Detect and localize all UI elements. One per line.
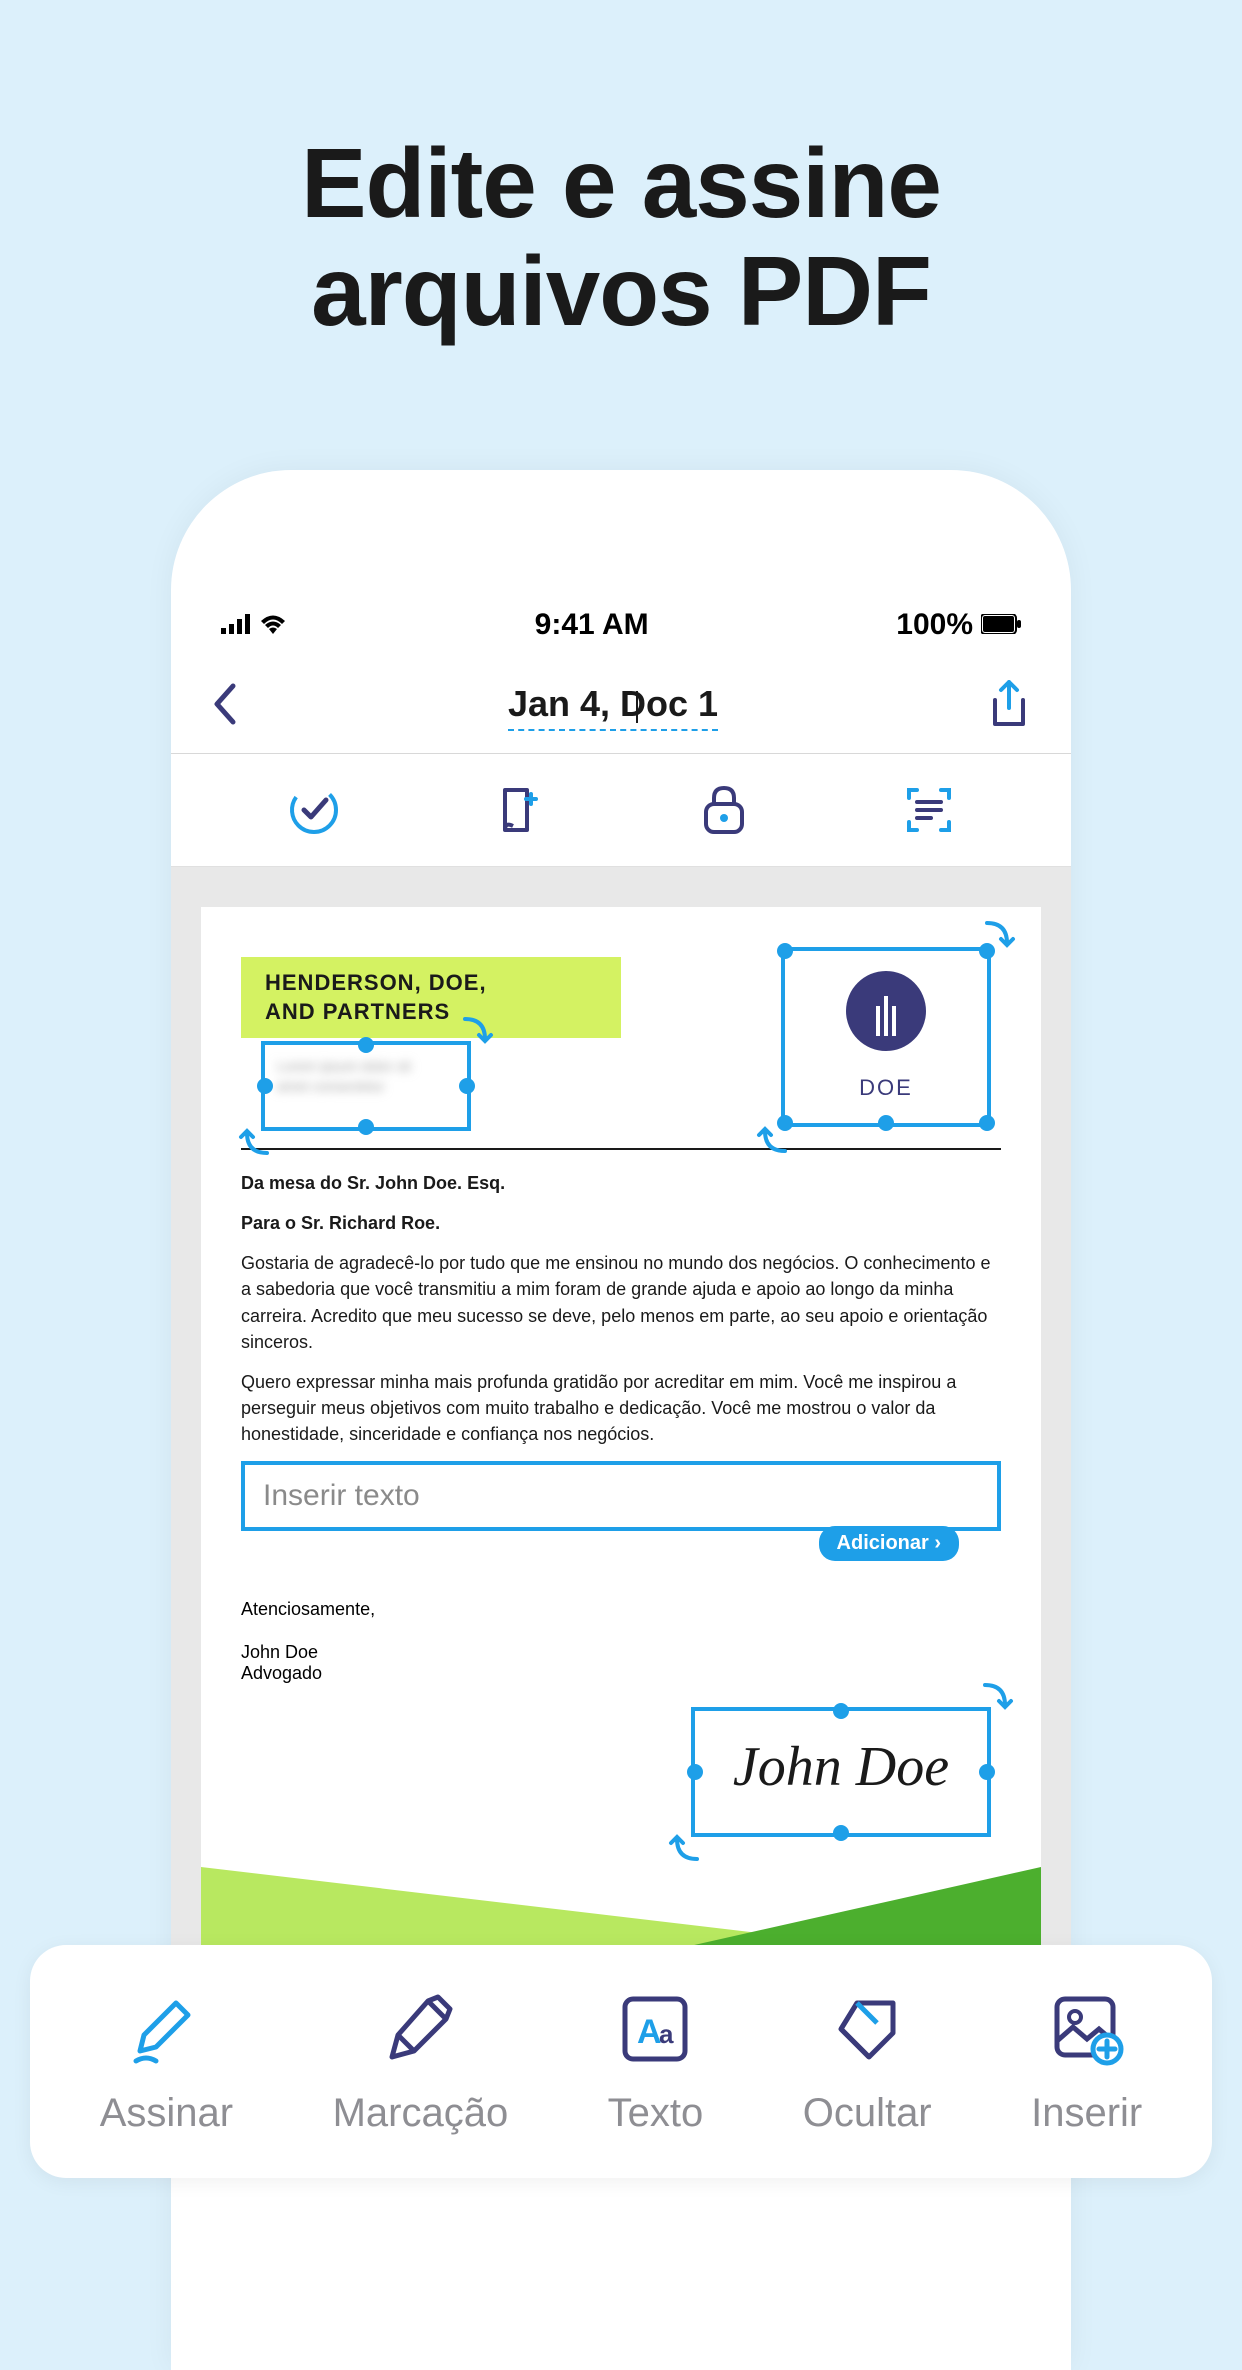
rotate-arrow-icon[interactable] [981,917,1017,953]
select-tool-icon[interactable] [286,782,342,838]
closing-label: Atenciosamente, [241,1599,1001,1620]
resize-handle[interactable] [777,943,793,959]
headline-line2: arquivos PDF [0,238,1242,346]
text-label: Texto [608,2091,704,2136]
bottom-toolbar: Assinar Marcação Aa Texto Ocultar Inseri… [30,1945,1212,2178]
rotate-arrow-icon[interactable] [755,1121,791,1157]
svg-text:A: A [637,2013,662,2051]
signature-selection-box[interactable]: John Doe [691,1707,991,1837]
status-time: 9:41 AM [535,608,649,642]
resize-handle[interactable] [257,1078,273,1094]
share-button[interactable] [987,680,1031,733]
letter-body: Da mesa do Sr. John Doe. Esq. Para o Sr.… [241,1170,1001,1447]
from-line: Da mesa do Sr. John Doe. Esq. [241,1170,1001,1196]
paragraph: Quero expressar minha mais profunda grat… [241,1369,1001,1447]
resize-handle[interactable] [459,1078,475,1094]
rotate-arrow-icon[interactable] [237,1123,273,1159]
resize-handle[interactable] [878,1115,894,1131]
markup-icon [380,1989,460,2069]
paragraph: Gostaria de agradecê-lo por tudo que me … [241,1250,1001,1354]
wifi-icon [259,608,287,642]
divider-line [241,1148,1001,1150]
signature-text: John Doe [695,1711,987,1799]
battery-percent: 100% [896,608,973,642]
logo-selection-box[interactable]: DOE [781,947,991,1127]
rotate-arrow-icon[interactable] [979,1679,1015,1715]
marketing-headline: Edite e assine arquivos PDF [0,0,1242,346]
insert-image-icon [1047,1989,1127,2069]
sign-tool[interactable]: Assinar [100,1989,233,2136]
logo-icon [846,971,926,1051]
resize-handle[interactable] [358,1119,374,1135]
pdf-document: HENDERSON, DOE, AND PARTNERS DOE Lorem i… [201,907,1041,1957]
nav-bar: Jan 4, Doc 1 [171,652,1071,754]
markup-tool[interactable]: Marcação [333,1989,509,2136]
resize-handle[interactable] [979,1764,995,1780]
hide-tool[interactable]: Ocultar [803,1989,932,2136]
headline-line1: Edite e assine [0,130,1242,238]
resize-handle[interactable] [979,1115,995,1131]
to-line: Para o Sr. Richard Roe. [241,1210,1001,1236]
text-placeholder: Inserir texto [263,1479,420,1512]
resize-handle[interactable] [833,1825,849,1841]
lock-tool-icon[interactable] [696,782,752,838]
resize-handle[interactable] [358,1037,374,1053]
redaction-selection-box[interactable]: Lorem ipsum dolor sitamet consectetur [261,1041,471,1131]
resize-handle[interactable] [833,1703,849,1719]
text-icon: Aa [615,1989,695,2069]
sign-icon [126,1989,206,2069]
insert-tool[interactable]: Inserir [1031,1989,1142,2136]
add-text-button[interactable]: Adicionar › [819,1526,959,1561]
battery-icon [981,608,1021,642]
rotate-arrow-icon[interactable] [667,1829,703,1865]
insert-label: Inserir [1031,2091,1142,2136]
markup-label: Marcação [333,2091,509,2136]
eraser-icon [827,1989,907,2069]
tool-row [171,754,1071,867]
resize-handle[interactable] [687,1764,703,1780]
rotate-arrow-icon[interactable] [459,1013,495,1049]
document-footer-graphic [201,1867,1041,1957]
signal-icon [221,608,251,642]
sign-label: Assinar [100,2091,233,2136]
logo-label: DOE [785,1075,987,1101]
redacted-text: Lorem ipsum dolor sitamet consectetur [277,1057,455,1096]
hide-label: Ocultar [803,2091,932,2136]
document-canvas[interactable]: HENDERSON, DOE, AND PARTNERS DOE Lorem i… [171,867,1071,1997]
signer-title: Advogado [241,1663,1001,1684]
document-title[interactable]: Jan 4, Doc 1 [508,683,718,731]
add-page-tool-icon[interactable] [491,782,547,838]
status-bar: 9:41 AM 100% [171,580,1071,652]
scan-tool-icon[interactable] [901,782,957,838]
signer-name: John Doe [241,1642,1001,1663]
text-insert-field[interactable]: Inserir texto Adicionar › [241,1461,1001,1531]
closing-block: Atenciosamente, John Doe Advogado [241,1599,1001,1684]
svg-text:a: a [659,2019,674,2049]
text-tool[interactable]: Aa Texto [608,1989,704,2136]
org-name-highlight: HENDERSON, DOE, AND PARTNERS [241,957,621,1038]
back-button[interactable] [211,682,239,731]
